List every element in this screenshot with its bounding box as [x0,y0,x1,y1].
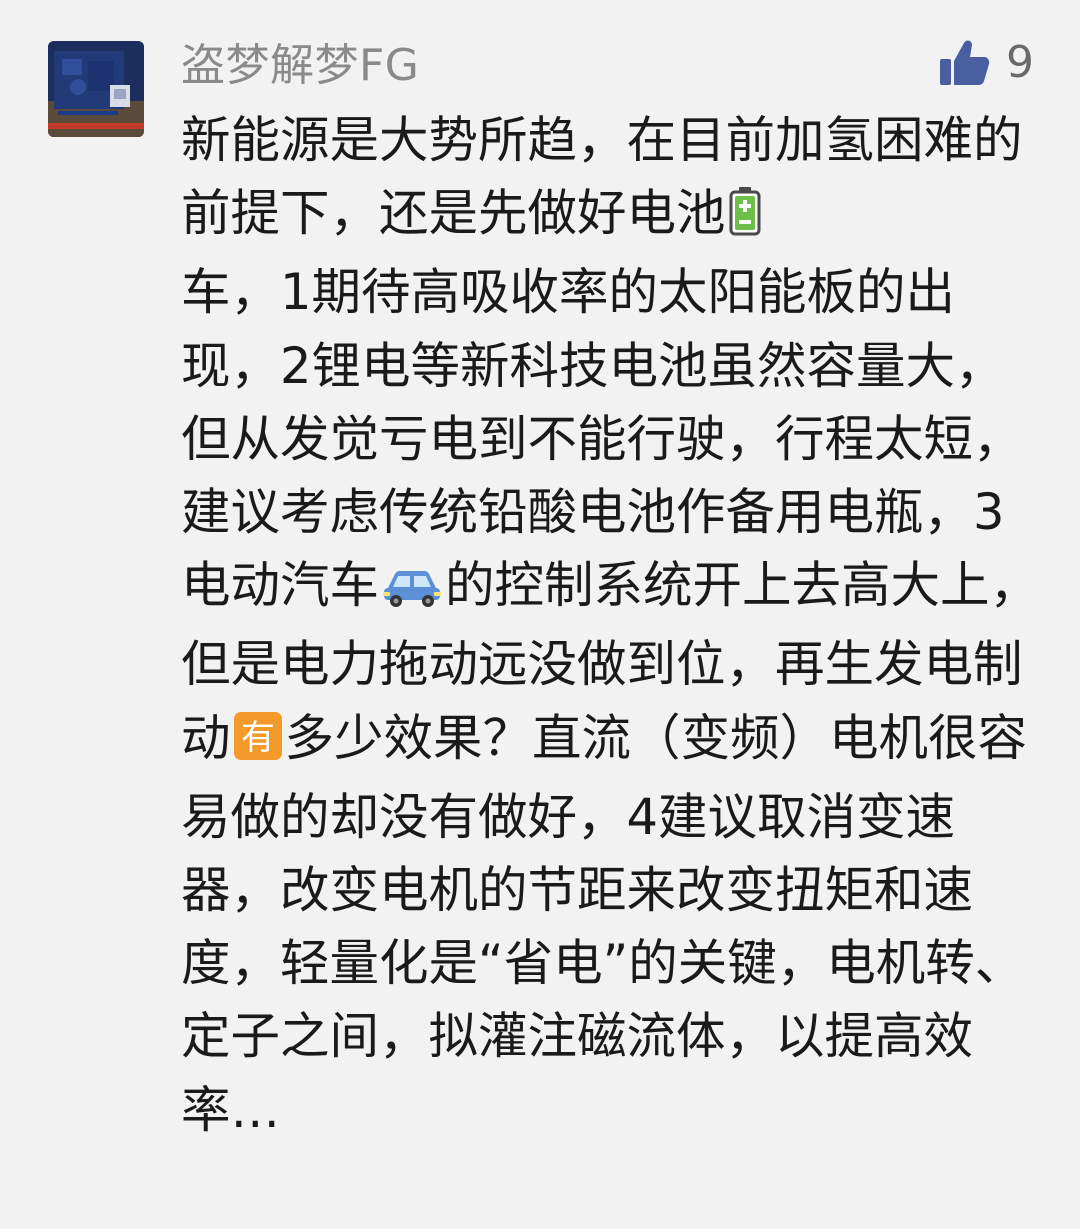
have-emoji-icon: 有 [233,708,283,781]
battery-emoji-icon [728,183,762,256]
comment-text-part-4: 多少效果？直流（变频）电机很容易做的却没有做好，4建议取消变速器，改变电机的节距… [181,708,1027,1139]
thumbs-up-icon [940,40,990,85]
comment-text-part-1: 新能源是大势所趋，在目前加氢困难的前提下，还是先做好电池 [181,111,1023,243]
username[interactable]: 盗梦解梦FG [181,38,419,94]
comment-text: 新能源是大势所趋，在目前加氢困难的前提下，还是先做好电池 车，1期待高吸收率的太阳… [181,104,1041,1147]
like-button[interactable]: 9 [938,32,1034,94]
have-emoji-label: 有 [241,718,275,758]
avatar[interactable] [48,41,144,137]
car-emoji-icon [381,555,443,628]
avatar-image [48,41,144,137]
like-count: 9 [1006,37,1034,88]
comment-item: 盗梦解梦FG 9 新能源是大势所趋，在目前加氢困难的前提下，还是先做好电池 车，1… [0,0,1080,1229]
